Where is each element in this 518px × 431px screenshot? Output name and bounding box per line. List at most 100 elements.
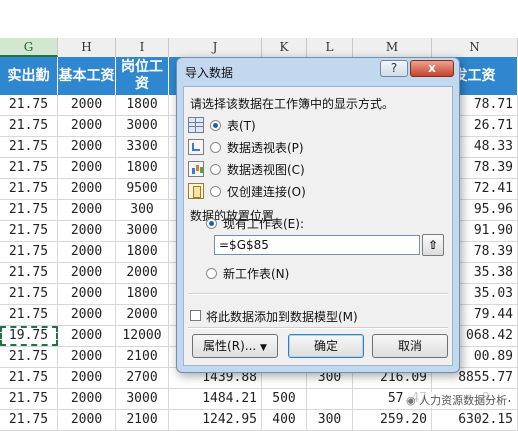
- existing-sheet-option[interactable]: 现有工作表(E):: [206, 213, 304, 233]
- close-button[interactable]: x: [410, 60, 454, 77]
- table-cell[interactable]: 2000: [58, 179, 116, 199]
- table-cell[interactable]: 3000: [116, 116, 169, 136]
- table-cell[interactable]: 21.75: [0, 242, 58, 262]
- formula-area: [0, 0, 518, 39]
- header-cell[interactable]: 岗位工资: [116, 57, 169, 95]
- pivot-chart-icon: [188, 161, 204, 177]
- option-connection-only[interactable]: 仅创建连接(O): [188, 181, 306, 201]
- table-cell[interactable]: 21.75: [0, 368, 58, 388]
- table-cell[interactable]: 21.75: [0, 179, 58, 199]
- add-to-model-checkbox[interactable]: [190, 310, 201, 321]
- table-cell[interactable]: 3300: [116, 137, 169, 157]
- collapse-dialog-button[interactable]: ⇧: [422, 234, 444, 256]
- table-cell[interactable]: 9500: [116, 179, 169, 199]
- table-cell[interactable]: 2700: [116, 368, 169, 388]
- table-cell[interactable]: 21.75: [0, 305, 58, 325]
- table-cell[interactable]: 300: [116, 200, 169, 220]
- help-button[interactable]: ?: [380, 60, 408, 77]
- table-cell[interactable]: 2000: [58, 410, 116, 430]
- new-sheet-option[interactable]: 新工作表(N): [206, 263, 289, 283]
- table-cell[interactable]: 21.75: [0, 347, 58, 367]
- column-header-m[interactable]: M: [353, 38, 432, 57]
- table-cell[interactable]: 21.75: [0, 200, 58, 220]
- table-cell[interactable]: 3000: [116, 221, 169, 241]
- table-cell[interactable]: 2000: [58, 284, 116, 304]
- radio-pivot-table[interactable]: [210, 141, 221, 153]
- column-header-i[interactable]: I: [116, 38, 169, 57]
- column-header-g[interactable]: G: [0, 38, 58, 57]
- table-cell[interactable]: 2000: [58, 347, 116, 367]
- table-cell[interactable]: 1484.21: [169, 389, 262, 409]
- table-cell[interactable]: 300: [307, 410, 353, 430]
- table-cell[interactable]: 21.75: [0, 95, 58, 115]
- new-sheet-label: 新工作表(N): [223, 266, 290, 281]
- column-header-h[interactable]: H: [58, 38, 116, 57]
- table-cell[interactable]: 2000: [58, 158, 116, 178]
- cancel-button[interactable]: 取消: [372, 334, 448, 358]
- radio-new-sheet[interactable]: [206, 267, 217, 279]
- table-cell[interactable]: 259.20: [353, 410, 432, 430]
- table-cell[interactable]: 2000: [58, 221, 116, 241]
- table-cell[interactable]: 21.75: [0, 263, 58, 283]
- table-cell[interactable]: 21.75: [0, 221, 58, 241]
- table-cell[interactable]: 21.75: [0, 116, 58, 136]
- table-cell[interactable]: 12000: [116, 326, 169, 346]
- column-header-n[interactable]: N: [432, 38, 518, 57]
- table-cell[interactable]: 2000: [58, 137, 116, 157]
- table-cell[interactable]: 21.75: [0, 284, 58, 304]
- table-cell[interactable]: 21.75: [0, 137, 58, 157]
- table-cell[interactable]: 1800: [116, 158, 169, 178]
- table-cell[interactable]: 500: [262, 389, 307, 409]
- table-cell[interactable]: 1242.95: [169, 410, 262, 430]
- table-cell[interactable]: 2000: [116, 263, 169, 283]
- table-cell[interactable]: 400: [262, 410, 307, 430]
- column-header-k[interactable]: K: [262, 38, 307, 57]
- table-cell[interactable]: 2000: [58, 305, 116, 325]
- option-label: 表(T): [227, 118, 256, 133]
- table-cell[interactable]: 2000: [58, 389, 116, 409]
- table-cell[interactable]: 3000: [116, 389, 169, 409]
- wechat-logo-icon: ◉: [406, 394, 416, 407]
- display-prompt: 请选择该数据在工作簿中的显示方式。: [190, 97, 395, 111]
- table-cell[interactable]: 2000: [58, 95, 116, 115]
- radio-pivot-chart[interactable]: [210, 163, 221, 175]
- table-cell[interactable]: 2000: [58, 263, 116, 283]
- option-label: 数据透视图(C): [227, 162, 305, 177]
- option-pivot-chart[interactable]: 数据透视图(C): [188, 159, 305, 179]
- table-cell[interactable]: [307, 389, 353, 409]
- table-icon: [188, 117, 204, 133]
- table-cell[interactable]: 2000: [58, 368, 116, 388]
- table-cell[interactable]: 2000: [58, 326, 116, 346]
- table-cell[interactable]: 1800: [116, 242, 169, 262]
- table-cell[interactable]: 2000: [58, 242, 116, 262]
- option-table[interactable]: 表(T): [188, 115, 256, 135]
- add-to-model-label[interactable]: 将此数据添加到数据模型(M): [206, 308, 358, 325]
- table-cell[interactable]: 21.75: [0, 158, 58, 178]
- option-pivot-table[interactable]: 数据透视表(P): [188, 137, 304, 157]
- table-cell[interactable]: 2000: [58, 200, 116, 220]
- radio-table[interactable]: [210, 119, 221, 131]
- column-header-l[interactable]: L: [307, 38, 353, 57]
- table-cell[interactable]: 1800: [116, 284, 169, 304]
- table-cell[interactable]: 2000: [58, 116, 116, 136]
- collapse-arrow-icon: ⇧: [427, 238, 439, 252]
- header-cell[interactable]: 基本工资: [58, 57, 116, 95]
- header-cell[interactable]: 实出勤: [0, 57, 58, 95]
- table-cell[interactable]: 21.75: [0, 410, 58, 430]
- dialog-titlebar[interactable]: 导入数据 ? x: [177, 58, 459, 86]
- cell-reference-input[interactable]: =$G$85: [214, 235, 420, 255]
- table-cell[interactable]: 1800: [116, 95, 169, 115]
- column-header-row: G H I J K L M N: [0, 38, 518, 58]
- table-cell[interactable]: 2100: [116, 410, 169, 430]
- radio-connection-only[interactable]: [210, 185, 221, 197]
- ok-button[interactable]: 确定: [288, 334, 364, 358]
- radio-existing-sheet[interactable]: [206, 217, 217, 229]
- table-cell[interactable]: 21.75: [0, 389, 58, 409]
- column-header-j[interactable]: J: [169, 38, 262, 57]
- table-cell[interactable]: 2100: [116, 347, 169, 367]
- selected-cell[interactable]: 19.75: [0, 326, 58, 346]
- table-cell[interactable]: 6302.15: [432, 410, 518, 430]
- connection-icon: [188, 183, 204, 199]
- properties-button[interactable]: 属性(R)... ▼: [192, 334, 278, 358]
- table-cell[interactable]: 2000: [116, 305, 169, 325]
